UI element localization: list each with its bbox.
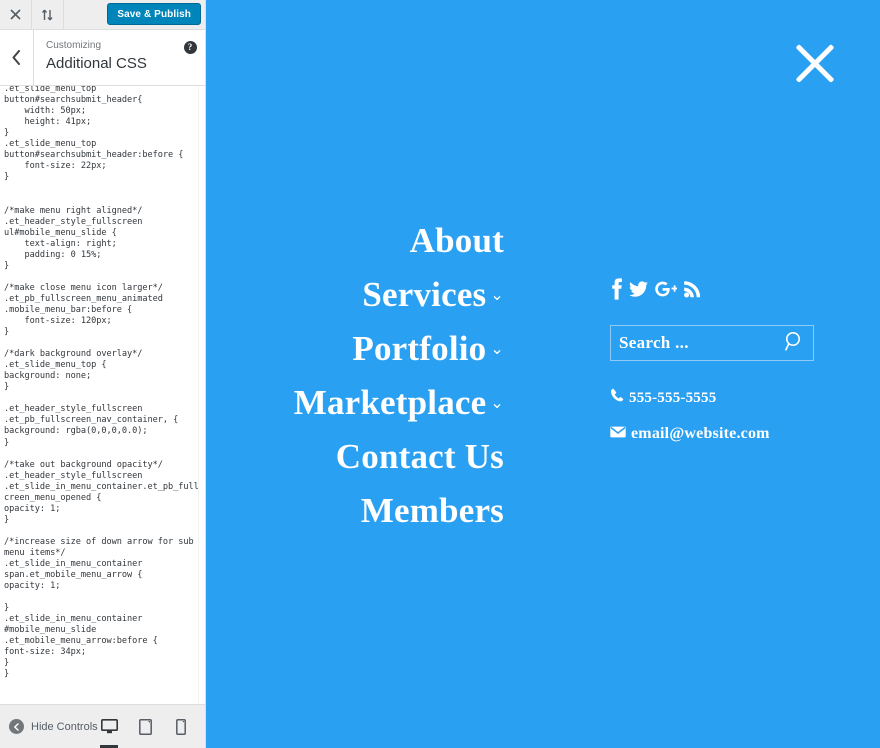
hide-controls-button[interactable]: Hide Controls (0, 719, 99, 734)
facebook-icon[interactable] (610, 278, 622, 300)
help-icon[interactable]: ? (175, 30, 205, 85)
nav-item-label: Services (362, 275, 487, 314)
editor-scrollbar[interactable] (198, 86, 205, 704)
nav-item-contact-us[interactable]: Contact Us (206, 430, 504, 484)
nav-item-label: Contact Us (335, 437, 504, 476)
social-links (610, 276, 880, 302)
customizer-sidebar: Save & Publish Customizing Additional CS… (0, 0, 206, 748)
close-icon[interactable] (0, 0, 32, 29)
save-publish-button[interactable]: Save & Publish (107, 3, 201, 25)
tablet-icon[interactable] (135, 714, 155, 740)
nav-item-label: Marketplace (293, 383, 487, 422)
customizer-bottom-bar: Hide Controls (0, 705, 205, 748)
mobile-icon[interactable] (171, 714, 191, 740)
nav-item-services[interactable]: Services ⌄ (206, 268, 504, 322)
hide-controls-label: Hide Controls (31, 720, 98, 733)
email-contact[interactable]: email@website.com (610, 425, 880, 443)
google-plus-icon[interactable] (655, 281, 677, 298)
email-address: email@website.com (631, 425, 770, 442)
panel-titles: Customizing Additional CSS (34, 30, 175, 85)
nav-item-marketplace[interactable]: Marketplace ⌄ (206, 376, 504, 430)
phone-icon (610, 388, 624, 408)
desktop-icon[interactable] (99, 714, 119, 748)
phone-number: 555-555-5555 (629, 389, 717, 406)
phone-contact[interactable]: 555-555-5555 (610, 388, 880, 408)
chevron-left-icon[interactable] (0, 30, 34, 85)
customizer-app: Save & Publish Customizing Additional CS… (0, 0, 880, 748)
nav-item-label: Portfolio (352, 329, 487, 368)
site-preview: About Services ⌄ Portfolio ⌄ Marketplace ⌄ … (206, 0, 880, 748)
panel-header: Customizing Additional CSS ? (0, 30, 205, 86)
chevron-down-icon[interactable]: ⌄ (490, 376, 504, 430)
nav-item-about[interactable]: About (206, 214, 504, 268)
device-preview-group (99, 714, 205, 748)
nav-item-label: About (409, 221, 504, 260)
nav-item-portfolio[interactable]: Portfolio ⌄ (206, 322, 504, 376)
search-icon[interactable] (785, 331, 804, 356)
search-field[interactable]: Search ... (610, 325, 814, 361)
fullscreen-nav-menu: About Services ⌄ Portfolio ⌄ Marketplace ⌄ … (206, 214, 504, 538)
search-input[interactable]: Search ... (619, 333, 785, 353)
chevron-down-icon[interactable]: ⌄ (490, 268, 504, 322)
additional-css-editor[interactable]: .et_slide_menu_top button#searchsubmit_h… (0, 86, 204, 681)
envelope-icon (610, 425, 626, 443)
collapse-left-icon (9, 719, 24, 734)
close-menu-icon[interactable] (790, 38, 840, 88)
chevron-down-icon[interactable]: ⌄ (490, 322, 504, 376)
panel-eyebrow: Customizing (46, 40, 102, 51)
nav-item-label: Members (360, 491, 504, 530)
customizer-topbar: Save & Publish (0, 0, 205, 30)
help-glyph: ? (183, 41, 197, 54)
nav-item-members[interactable]: Members (206, 484, 504, 538)
page-title: Additional CSS (46, 55, 147, 72)
menu-widgets: Search ... 555-555-5555 email@website.co… (610, 276, 880, 443)
expand-collapse-icon[interactable] (32, 0, 64, 29)
rss-icon[interactable] (684, 280, 700, 298)
css-editor-pane[interactable]: .et_slide_menu_top button#searchsubmit_h… (0, 86, 205, 705)
twitter-icon[interactable] (629, 281, 648, 297)
